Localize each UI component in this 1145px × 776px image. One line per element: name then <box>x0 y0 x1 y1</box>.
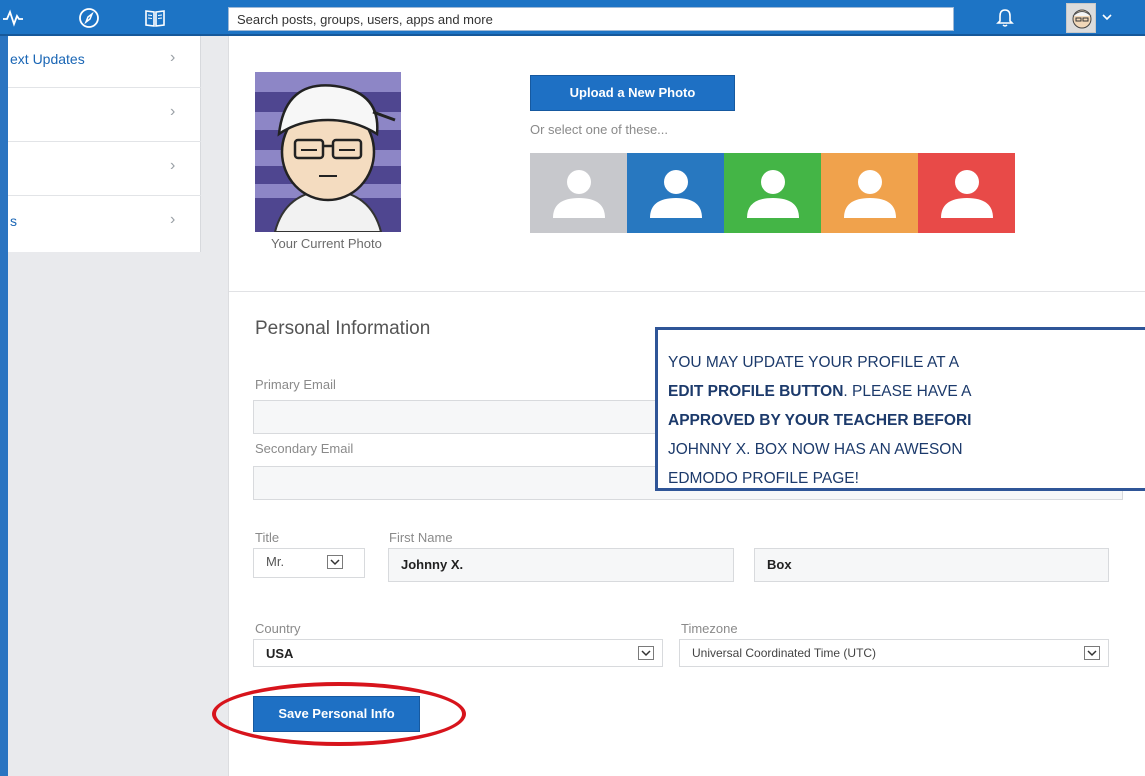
last-name-field[interactable]: Box <box>754 548 1109 582</box>
top-nav-bar: Search posts, groups, users, apps and mo… <box>0 0 1145 36</box>
timezone-select-value: Universal Coordinated Time (UTC) <box>692 646 877 660</box>
sidebar-item-label: s <box>10 213 17 229</box>
primary-email-label: Primary Email <box>255 377 336 392</box>
title-select[interactable]: Mr. <box>253 548 365 578</box>
sidebar-item-2[interactable]: › <box>8 88 201 142</box>
default-avatar-gray[interactable] <box>530 153 627 233</box>
sidebar: ext Updates › › › s › <box>8 36 201 252</box>
default-avatar-green[interactable] <box>724 153 821 233</box>
personal-information-heading: Personal Information <box>255 318 431 339</box>
default-avatar-blue[interactable] <box>627 153 724 233</box>
chevron-right-icon: › <box>170 157 176 174</box>
user-silhouette-icon <box>649 170 702 218</box>
sidebar-item-3[interactable]: › <box>8 142 201 196</box>
chevron-down-icon[interactable] <box>327 555 343 569</box>
country-select-value: USA <box>266 646 294 661</box>
chevron-right-icon: › <box>170 49 176 66</box>
user-avatar[interactable] <box>1066 3 1096 33</box>
chevron-right-icon: › <box>170 103 176 120</box>
notifications-bell-icon[interactable] <box>994 6 1016 30</box>
activity-icon[interactable] <box>2 7 24 29</box>
title-label: Title <box>255 530 280 545</box>
chevron-down-icon[interactable] <box>1084 646 1100 660</box>
callout-line-2: EDIT PROFILE BUTTON. PLEASE HAVE A <box>668 377 1145 406</box>
select-default-photo-hint: Or select one of these... <box>530 122 669 137</box>
timezone-select[interactable]: Universal Coordinated Time (UTC) <box>679 639 1109 667</box>
user-silhouette-icon <box>552 170 605 218</box>
default-avatar-orange[interactable] <box>821 153 918 233</box>
window-left-border <box>0 36 8 776</box>
country-label: Country <box>255 621 301 636</box>
title-select-value: Mr. <box>266 554 285 569</box>
discover-compass-icon[interactable] <box>78 7 100 29</box>
secondary-email-label: Secondary Email <box>255 441 354 456</box>
chevron-right-icon: › <box>170 211 176 228</box>
sidebar-item-label: ext Updates <box>10 51 85 67</box>
current-profile-photo <box>255 72 401 232</box>
callout-text: . PLEASE HAVE A <box>843 383 972 400</box>
upload-photo-button[interactable]: Upload a New Photo <box>530 75 735 111</box>
highlight-circle-annotation <box>212 682 466 746</box>
callout-line-1: YOU MAY UPDATE YOUR PROFILE AT A <box>668 354 960 371</box>
user-silhouette-icon <box>940 170 993 218</box>
callout-line-3: APPROVED BY YOUR TEACHER BEFORI <box>668 406 1145 435</box>
chevron-down-icon[interactable] <box>638 646 654 660</box>
user-silhouette-icon <box>746 170 799 218</box>
default-avatar-red[interactable] <box>918 153 1015 233</box>
current-photo-caption: Your Current Photo <box>271 236 382 251</box>
sidebar-item-text-updates[interactable]: ext Updates › <box>8 36 201 88</box>
callout-emphasis: EDIT PROFILE BUTTON <box>668 383 844 400</box>
profile-photo-section: Your Current Photo Upload a New Photo Or… <box>229 36 1145 292</box>
library-book-icon[interactable] <box>144 7 166 29</box>
callout-line-5: EDMODO PROFILE PAGE! <box>668 470 859 487</box>
callout-emphasis: APPROVED BY YOUR TEACHER BEFORI <box>668 412 972 429</box>
callout-line-4: JOHNNY X. BOX NOW HAS AN AWESON <box>668 441 963 458</box>
timezone-label: Timezone <box>681 621 738 636</box>
first-name-label: First Name <box>389 530 453 545</box>
instruction-callout: YOU MAY UPDATE YOUR PROFILE AT A EDIT PR… <box>655 327 1145 491</box>
search-input[interactable]: Search posts, groups, users, apps and mo… <box>228 7 954 31</box>
sidebar-item-4[interactable]: s › <box>8 196 201 250</box>
account-menu-chevron-icon[interactable] <box>1100 10 1114 24</box>
user-silhouette-icon <box>843 170 896 218</box>
country-select[interactable]: USA <box>253 639 663 667</box>
first-name-field[interactable]: Johnny X. <box>388 548 734 582</box>
